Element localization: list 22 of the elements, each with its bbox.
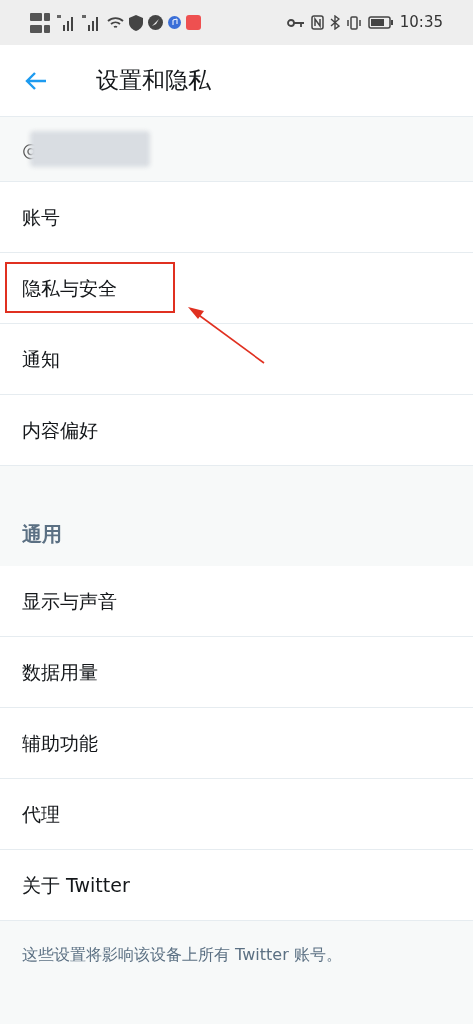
- vibrate-icon: [345, 15, 362, 30]
- status-time: 10:35: [399, 12, 443, 34]
- key-icon: [286, 17, 305, 28]
- settings-item[interactable]: 代理: [0, 779, 473, 850]
- section-heading: 通用: [22, 520, 62, 548]
- settings-item[interactable]: 数据用量: [0, 637, 473, 708]
- page-title: 设置和隐私: [96, 66, 211, 96]
- settings-item[interactable]: 通知: [0, 324, 473, 395]
- wifi-icon: [107, 15, 124, 30]
- shield-icon: [129, 14, 143, 31]
- settings-item[interactable]: 内容偏好: [0, 395, 473, 466]
- footer-note: 这些设置将影响该设备上所有 Twitter 账号。: [21, 944, 343, 966]
- bluetooth-icon: [329, 15, 340, 30]
- back-arrow-icon: [24, 70, 48, 91]
- settings-item[interactable]: 显示与声音: [0, 566, 473, 637]
- settings-item[interactable]: 关于 Twitter: [0, 850, 473, 921]
- settings-item[interactable]: 辅助功能: [0, 708, 473, 779]
- settings-item[interactable]: 账号: [0, 182, 473, 253]
- nfc-icon: [310, 15, 324, 30]
- app-icon: [186, 15, 201, 30]
- settings-item[interactable]: 隐私与安全: [0, 253, 473, 324]
- battery-icon: [367, 16, 394, 29]
